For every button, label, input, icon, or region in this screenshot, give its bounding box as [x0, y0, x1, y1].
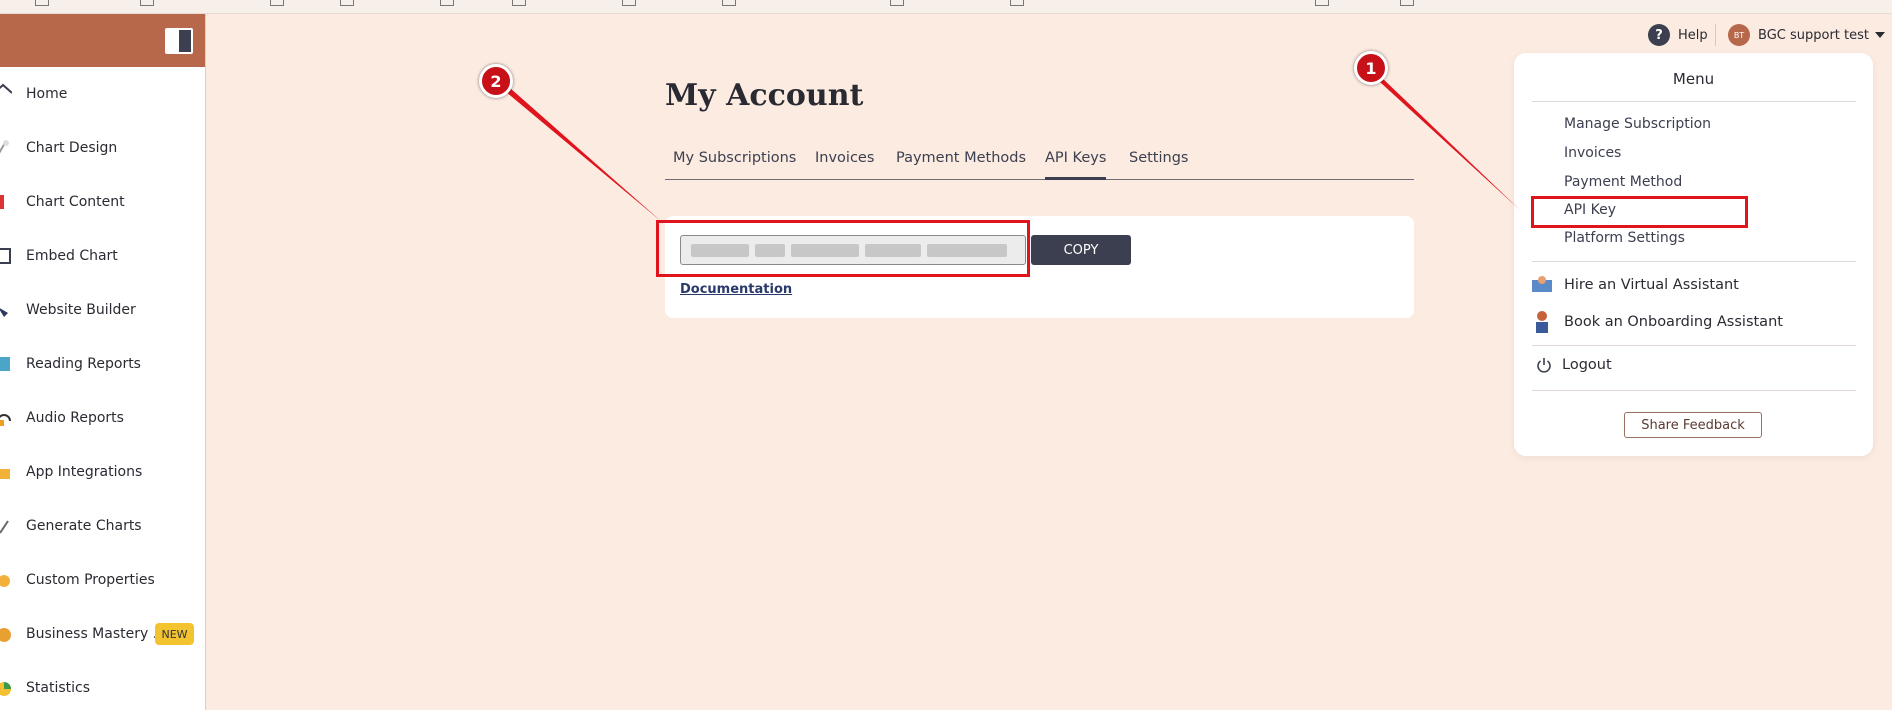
sidebar-item-statistics[interactable]: Statistics: [0, 661, 206, 710]
bookmark-icon[interactable]: [722, 0, 736, 6]
sidebar-item-label: Chart Design: [26, 140, 118, 156]
chart-content-icon: [0, 195, 4, 209]
menu-item-platform-settings[interactable]: Platform Settings: [1564, 230, 1685, 246]
sidebar-item-label: Home: [26, 86, 68, 102]
sidebar-item-website-builder[interactable]: Website Builder: [0, 283, 206, 337]
sidebar-item-label: Generate Charts: [26, 518, 142, 534]
sidebar-item-label: Business Mastery ...: [26, 626, 167, 642]
integrations-icon: [0, 469, 10, 479]
page-title: My Account: [665, 78, 864, 113]
menu-item-invoices[interactable]: Invoices: [1564, 145, 1621, 161]
tab-api-keys[interactable]: API Keys: [1045, 150, 1107, 180]
power-icon: [1537, 358, 1551, 373]
onboarding-assistant-icon: [1536, 311, 1548, 333]
menu-divider: [1532, 345, 1856, 346]
callout-badge-1: 1: [1354, 51, 1388, 85]
menu-item-manage-subscription[interactable]: Manage Subscription: [1564, 116, 1711, 132]
help-button[interactable]: ? Help: [1648, 24, 1708, 46]
sidebar-item-generate-charts[interactable]: Generate Charts: [0, 499, 206, 553]
bookmark-icon[interactable]: [890, 0, 904, 6]
question-mark-icon: ?: [1648, 24, 1670, 46]
help-label: Help: [1678, 27, 1708, 43]
sidebar-item-label: Reading Reports: [26, 356, 141, 372]
website-builder-icon: [0, 308, 8, 317]
panel-toggle-icon: [179, 30, 191, 52]
logout-button[interactable]: Logout: [1536, 357, 1612, 373]
business-mastery-icon: [0, 628, 11, 642]
home-icon: [0, 83, 12, 94]
menu-divider: [1532, 101, 1856, 102]
share-feedback-button[interactable]: Share Feedback: [1624, 412, 1762, 438]
tab-invoices[interactable]: Invoices: [815, 150, 874, 180]
bookmark-icon[interactable]: [622, 0, 636, 6]
avatar: BT: [1728, 24, 1750, 46]
menu-divider: [1532, 390, 1856, 391]
sidebar-item-label: Chart Content: [26, 194, 125, 210]
chevron-down-icon: [1874, 32, 1885, 38]
api-key-highlight: [656, 220, 1030, 277]
sidebar-item-label: App Integrations: [26, 464, 143, 480]
sidebar-item-reading-reports[interactable]: Reading Reports: [0, 337, 206, 391]
virtual-assistant-icon: [1532, 276, 1552, 292]
book-onboarding-assistant-link[interactable]: Book an Onboarding Assistant: [1530, 309, 1783, 335]
menu-item-label: Hire an Virtual Assistant: [1564, 277, 1739, 293]
sidebar-header: [0, 14, 205, 67]
sidebar-item-chart-design[interactable]: Chart Design: [0, 121, 206, 175]
tab-settings[interactable]: Settings: [1129, 150, 1188, 180]
menu-title: Menu: [1672, 70, 1715, 88]
reading-reports-icon: [0, 357, 10, 371]
bookmark-icon[interactable]: [512, 0, 526, 6]
user-name: BGC support test: [1758, 27, 1869, 43]
embed-icon: [0, 248, 11, 264]
api-key-menu-highlight: [1531, 196, 1748, 228]
sidebar-item-audio-reports[interactable]: Audio Reports: [0, 391, 206, 445]
bookmark-icon[interactable]: [340, 0, 354, 6]
header-divider: [1715, 24, 1716, 46]
sidebar-item-custom-properties[interactable]: Custom Properties: [0, 553, 206, 607]
bookmark-icon[interactable]: [140, 0, 154, 6]
statistics-icon: [0, 682, 11, 696]
menu-item-payment-method[interactable]: Payment Method: [1564, 174, 1682, 190]
callout-arrow-2: [488, 77, 662, 222]
callout-badge-2: 2: [479, 64, 513, 98]
sidebar-item-label: Website Builder: [26, 302, 136, 318]
menu-divider: [1532, 261, 1856, 262]
hire-virtual-assistant-link[interactable]: Hire an Virtual Assistant: [1530, 274, 1739, 296]
sidebar-collapse-button[interactable]: [165, 28, 193, 54]
sidebar-item-chart-content[interactable]: Chart Content: [0, 175, 206, 229]
sidebar-item-label: Statistics: [26, 680, 90, 696]
menu-item-label: Book an Onboarding Assistant: [1564, 314, 1783, 330]
documentation-link[interactable]: Documentation: [680, 282, 792, 297]
new-badge: NEW: [155, 623, 194, 645]
sidebar-item-home[interactable]: Home: [0, 67, 206, 121]
headphones-icon: [0, 414, 11, 426]
tab-my-subscriptions[interactable]: My Subscriptions: [673, 150, 796, 180]
callout-arrow-1: [1358, 62, 1520, 210]
bookmark-icon[interactable]: [1010, 0, 1024, 6]
copy-button[interactable]: COPY: [1031, 235, 1131, 265]
bookmarks-bar: [0, 0, 1892, 14]
account-menu: Menu Manage Subscription Invoices Paymen…: [1514, 53, 1873, 456]
custom-properties-icon: [0, 575, 10, 587]
logout-label: Logout: [1562, 357, 1612, 373]
sidebar-item-label: Custom Properties: [26, 572, 155, 588]
generate-charts-icon: [0, 520, 9, 534]
sidebar-item-label: Audio Reports: [26, 410, 124, 426]
chart-design-icon: [0, 140, 9, 154]
sidebar-item-app-integrations[interactable]: App Integrations: [0, 445, 206, 499]
account-tabs: My Subscriptions Invoices Payment Method…: [665, 146, 1414, 180]
bookmark-icon[interactable]: [1400, 0, 1414, 6]
bookmark-icon[interactable]: [1315, 0, 1329, 6]
sidebar-item-embed-chart[interactable]: Embed Chart: [0, 229, 206, 283]
logo-icon: [0, 20, 10, 50]
bookmark-icon[interactable]: [270, 0, 284, 6]
sidebar-item-label: Embed Chart: [26, 248, 118, 264]
bookmark-icon[interactable]: [35, 0, 49, 6]
bookmark-icon[interactable]: [440, 0, 454, 6]
tab-payment-methods[interactable]: Payment Methods: [896, 150, 1026, 180]
sidebar-item-business-mastery[interactable]: Business Mastery ... NEW: [0, 607, 206, 661]
user-menu-button[interactable]: BT BGC support test: [1728, 24, 1885, 46]
